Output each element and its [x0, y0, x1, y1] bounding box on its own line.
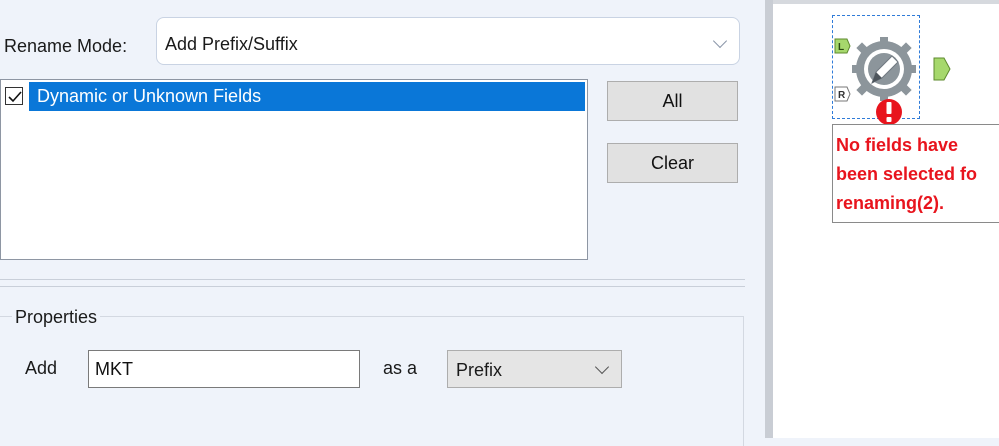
configuration-panel: Rename Mode: Add Prefix/Suffix Dynamic o…: [0, 0, 765, 446]
select-all-button[interactable]: All: [607, 81, 738, 121]
error-badge-icon: [876, 99, 902, 125]
checkmark-icon: [8, 91, 22, 103]
panel-splitter[interactable]: [765, 0, 773, 438]
properties-title: Properties: [12, 307, 101, 328]
clear-button[interactable]: Clear: [607, 143, 738, 183]
right-input-anchor-icon[interactable]: R: [834, 86, 851, 102]
chevron-down-icon: [712, 33, 728, 49]
rename-mode-value: Add Prefix/Suffix: [165, 34, 298, 54]
field-checkbox[interactable]: [5, 87, 23, 105]
output-anchor-icon[interactable]: [933, 57, 951, 81]
gear-icon: [852, 37, 916, 101]
dynamic-rename-tool-icon[interactable]: L R: [832, 28, 952, 128]
field-list[interactable]: Dynamic or Unknown Fields: [0, 79, 588, 260]
field-label: Dynamic or Unknown Fields: [37, 86, 262, 106]
right-anchor-label: R: [838, 90, 846, 101]
list-item[interactable]: Dynamic or Unknown Fields: [29, 82, 585, 111]
affix-position-dropdown[interactable]: Prefix: [447, 350, 622, 388]
divider: [0, 286, 745, 287]
workflow-canvas[interactable]: L R No fields have been selected fo rena…: [773, 0, 999, 438]
as-a-label: as a: [383, 358, 418, 378]
add-label: Add: [25, 358, 58, 378]
affix-position-value: Prefix: [456, 360, 503, 380]
error-message: No fields have been selected fo renaming…: [836, 135, 978, 213]
rename-mode-dropdown[interactable]: Add Prefix/Suffix: [156, 17, 740, 65]
canvas-border: [773, 0, 999, 4]
left-input-anchor-icon[interactable]: L: [834, 38, 851, 54]
left-anchor-label: L: [838, 42, 844, 53]
divider: [0, 279, 745, 280]
affix-input[interactable]: [88, 350, 360, 388]
error-tooltip: No fields have been selected fo renaming…: [832, 124, 999, 223]
chevron-down-icon: [594, 359, 610, 375]
rename-mode-label: Rename Mode:: [4, 36, 128, 56]
